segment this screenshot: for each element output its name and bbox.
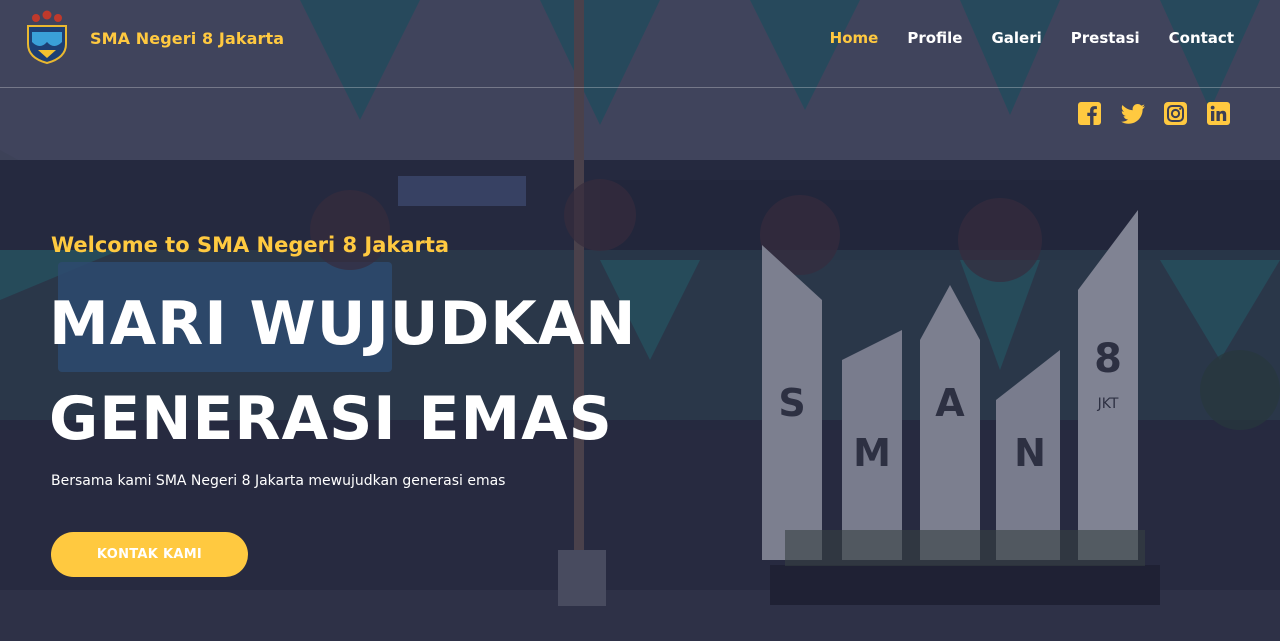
school-crest-icon[interactable] — [24, 10, 70, 65]
twitter-icon[interactable] — [1121, 102, 1145, 125]
hero-headline-line1: MARI WUJUDKAN — [49, 289, 637, 359]
contact-us-button[interactable]: KONTAK KAMI — [51, 532, 248, 577]
brand-name[interactable]: SMA Negeri 8 Jakarta — [90, 29, 284, 48]
nav-contact[interactable]: Contact — [1169, 29, 1234, 47]
main-nav: Home Profile Galeri Prestasi Contact — [830, 29, 1234, 47]
nav-prestasi[interactable]: Prestasi — [1071, 29, 1140, 47]
facebook-icon[interactable] — [1078, 102, 1101, 125]
nav-profile[interactable]: Profile — [907, 29, 962, 47]
linkedin-icon[interactable] — [1207, 102, 1230, 125]
hero-subtitle: Bersama kami SMA Negeri 8 Jakarta mewuju… — [51, 473, 506, 489]
hero-headline-line2: GENERASI EMAS — [49, 384, 613, 454]
nav-galeri[interactable]: Galeri — [991, 29, 1041, 47]
hero-eyebrow: Welcome to SMA Negeri 8 Jakarta — [51, 233, 450, 257]
hero-headline: MARI WUJUDKAN GENERASI EMAS — [49, 277, 809, 467]
hero-section: S M A N 8 JKT SMA Negeri 8 Jakarta Home … — [0, 0, 1280, 641]
instagram-icon[interactable] — [1164, 102, 1187, 125]
social-links — [1078, 102, 1230, 125]
site-header: SMA Negeri 8 Jakarta Home Profile Galeri… — [0, 0, 1280, 88]
nav-home[interactable]: Home — [830, 29, 879, 47]
